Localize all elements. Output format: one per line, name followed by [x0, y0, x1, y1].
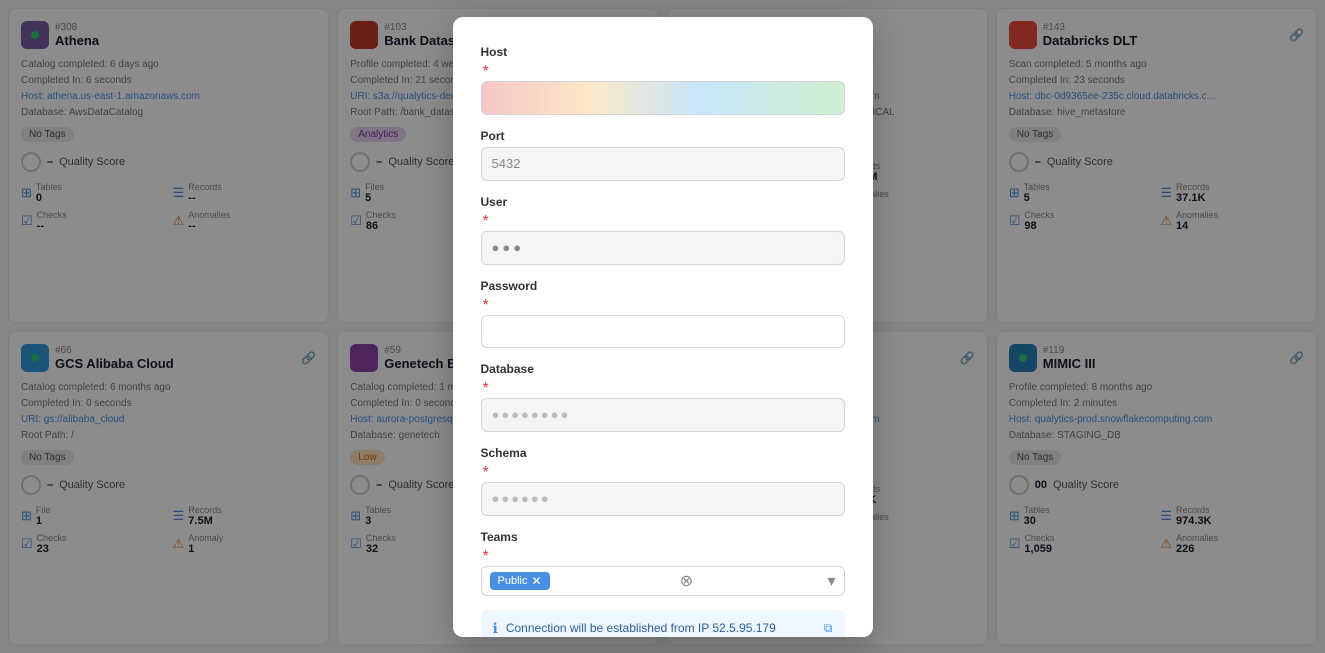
- team-public-tag: Public ✕: [490, 572, 550, 590]
- password-required: *: [483, 297, 489, 314]
- ip-info-text: Connection will be established from IP 5…: [506, 621, 776, 635]
- team-tag-close-icon[interactable]: ✕: [531, 574, 541, 588]
- password-label: Password: [481, 279, 845, 293]
- host-field-group: Host *: [481, 45, 845, 115]
- user-input[interactable]: ●●●: [481, 231, 845, 265]
- schema-label: Schema: [481, 446, 845, 460]
- database-input[interactable]: ●●●●●●●●: [481, 398, 845, 432]
- database-label: Database: [481, 362, 845, 376]
- user-required: *: [483, 213, 489, 230]
- database-required: *: [483, 380, 489, 397]
- port-input[interactable]: 5432: [481, 147, 845, 181]
- host-label: Host: [481, 45, 845, 59]
- schema-field-group: Schema * ●●●●●●: [481, 446, 845, 516]
- host-required: *: [483, 63, 489, 80]
- teams-input-wrapper[interactable]: Public ✕ ⊗ ▾: [481, 566, 845, 596]
- port-label: Port: [481, 129, 845, 143]
- teams-dropdown-icon[interactable]: ▾: [827, 571, 835, 591]
- password-input[interactable]: [481, 315, 845, 348]
- user-label: User: [481, 195, 845, 209]
- schema-required: *: [483, 464, 489, 481]
- ip-info-box: ℹ Connection will be established from IP…: [481, 610, 845, 637]
- teams-field-group: Teams * Public ✕ ⊗ ▾: [481, 530, 845, 596]
- port-field-group: Port 5432: [481, 129, 845, 181]
- page-wrapper: #308 Athena Catalog completed: 6 days ag…: [0, 0, 1325, 653]
- info-icon: ℹ: [493, 620, 498, 637]
- password-field-group: Password *: [481, 279, 845, 348]
- teams-required: *: [483, 548, 489, 565]
- teams-clear-icon[interactable]: ⊗: [680, 571, 693, 591]
- connection-modal: Host * Port 5432 User * ●●● Password *: [453, 17, 873, 637]
- database-field-group: Database * ●●●●●●●●: [481, 362, 845, 432]
- copy-icon[interactable]: ⧉: [824, 621, 833, 636]
- user-field-group: User * ●●●: [481, 195, 845, 265]
- host-input-masked[interactable]: [481, 81, 845, 115]
- modal-overlay: Host * Port 5432 User * ●●● Password *: [0, 0, 1325, 653]
- teams-label: Teams: [481, 530, 845, 544]
- schema-input[interactable]: ●●●●●●: [481, 482, 845, 516]
